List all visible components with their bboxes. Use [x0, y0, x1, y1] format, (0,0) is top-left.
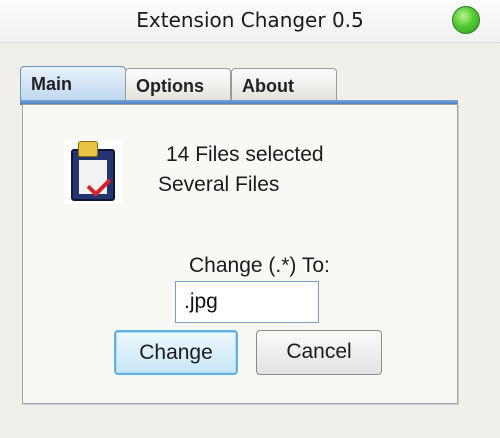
extension-input[interactable] [175, 281, 319, 323]
cancel-button[interactable]: Cancel [256, 330, 382, 375]
clipboard-clip [78, 141, 98, 157]
clipboard-paper [79, 160, 112, 197]
check-mark-icon [86, 172, 112, 197]
change-button[interactable]: Change [114, 330, 238, 375]
change-extension-label: Change (.*) To: [189, 254, 330, 277]
tab-main[interactable]: Main [20, 66, 126, 100]
file-description-text: Several Files [158, 173, 280, 196]
window-title: Extension Changer 0.5 [136, 8, 364, 32]
status-light-icon[interactable] [452, 6, 480, 34]
tab-options[interactable]: Options [125, 68, 231, 100]
title-bar: Extension Changer 0.5 [0, 0, 500, 43]
file-count-text: 14 Files selected [166, 143, 324, 166]
main-panel: 14 Files selected Several Files Change (… [22, 104, 458, 404]
clipboard-check-icon [64, 140, 122, 204]
tab-about[interactable]: About [231, 68, 337, 100]
